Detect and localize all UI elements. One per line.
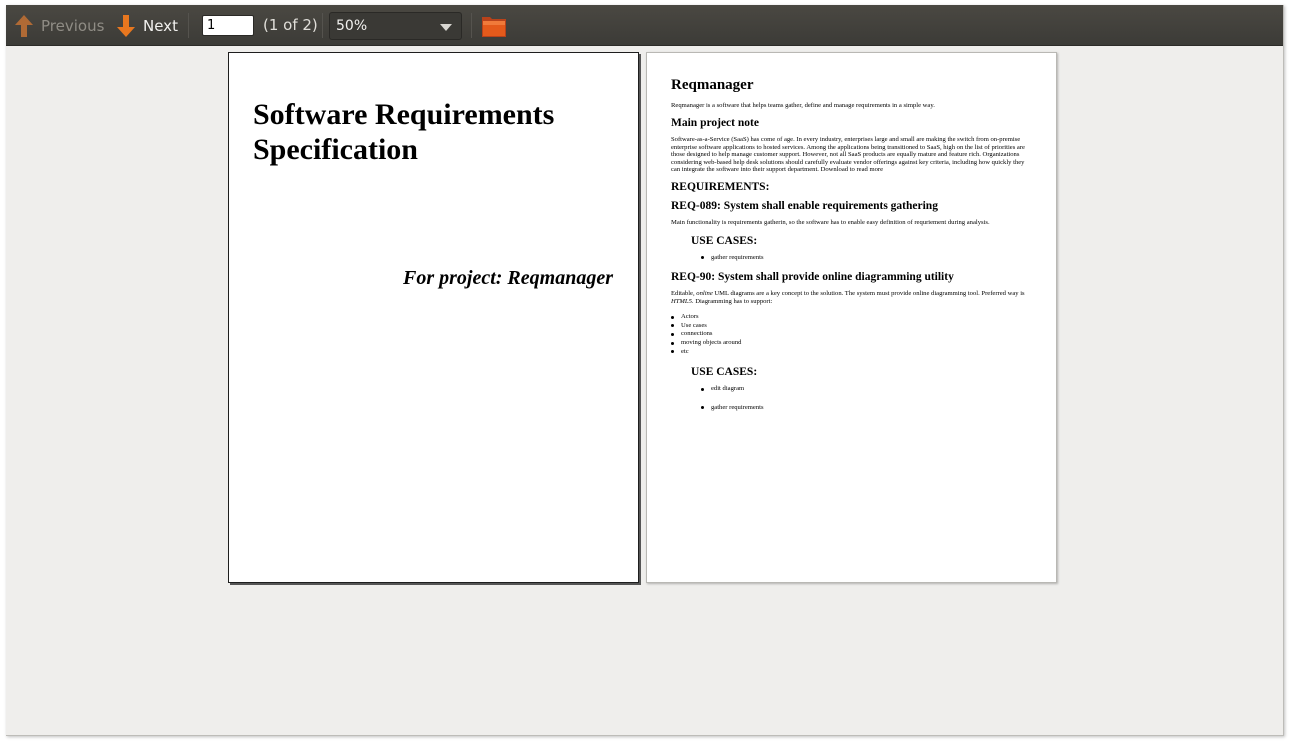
document-subtitle: For project: Reqmanager (403, 267, 613, 289)
page-number-input[interactable] (202, 15, 254, 36)
diagram-support-list: Actors Use cases connections moving obje… (661, 313, 1035, 356)
text-span: UML diagrams are a key concept to the so… (712, 290, 1025, 298)
document-title: Software Requirements Specification (253, 98, 555, 166)
text-span-italic: online (696, 290, 713, 298)
next-label: Next (143, 16, 178, 35)
text-span: Editable, (671, 290, 697, 298)
zoom-value: 50% (336, 18, 368, 34)
req-089-text: Main functionality is requirements gathe… (671, 219, 990, 227)
section-title: Reqmanager (671, 77, 754, 93)
up-arrow-icon (15, 14, 33, 37)
list-item: Actors (661, 313, 1035, 322)
chevron-down-icon (440, 24, 452, 31)
use-case-list: edit diagram gather requirements (691, 385, 1035, 412)
list-item: moving objects around (661, 339, 1035, 348)
toolbar-separator (322, 13, 323, 38)
page-2: Reqmanager Reqmanager is a software that… (646, 52, 1057, 583)
list-item: edit diagram (691, 385, 1035, 394)
folder-icon[interactable] (481, 14, 507, 38)
document-canvas[interactable]: Software Requirements Specification For … (6, 47, 1283, 735)
document-viewer-window: Previous Next (1 of 2) 50% Software Requ… (6, 5, 1284, 736)
toolbar: Previous Next (1 of 2) 50% (6, 5, 1283, 46)
toolbar-separator (188, 13, 189, 38)
req-90-title: REQ-90: System shall provide online diag… (671, 271, 954, 284)
req-089-title: REQ-089: System shall enable requirement… (671, 200, 938, 213)
list-item: etc (661, 348, 1035, 357)
note-text: Software-as-a-Service (SaaS) has come of… (671, 136, 1025, 174)
note-heading: Main project note (671, 117, 759, 130)
next-page-button[interactable]: Next (116, 5, 178, 46)
previous-page-button[interactable]: Previous (14, 5, 104, 46)
req-90-text: Editable, online UML diagrams are a key … (671, 290, 1035, 305)
page-count: (1 of 2) (263, 16, 318, 34)
use-case-list: gather requirements (691, 254, 1035, 263)
list-item: connections (661, 330, 1035, 339)
zoom-select[interactable]: 50% (329, 12, 462, 40)
intro-text: Reqmanager is a software that helps team… (671, 102, 935, 109)
list-item: gather requirements (691, 404, 1035, 413)
list-item: gather requirements (691, 254, 1035, 263)
previous-label: Previous (41, 16, 105, 35)
text-span: . Diagramming has to support: (691, 297, 773, 305)
use-cases-heading: USE CASES: (691, 234, 758, 247)
list-item: Use cases (661, 322, 1035, 331)
toolbar-separator (471, 13, 472, 38)
page-1: Software Requirements Specification For … (228, 52, 639, 583)
use-cases-heading: USE CASES: (691, 366, 758, 379)
text-span-italic: HTML5 (671, 297, 692, 305)
down-arrow-icon (117, 14, 135, 37)
requirements-heading: REQUIREMENTS: (671, 181, 770, 194)
